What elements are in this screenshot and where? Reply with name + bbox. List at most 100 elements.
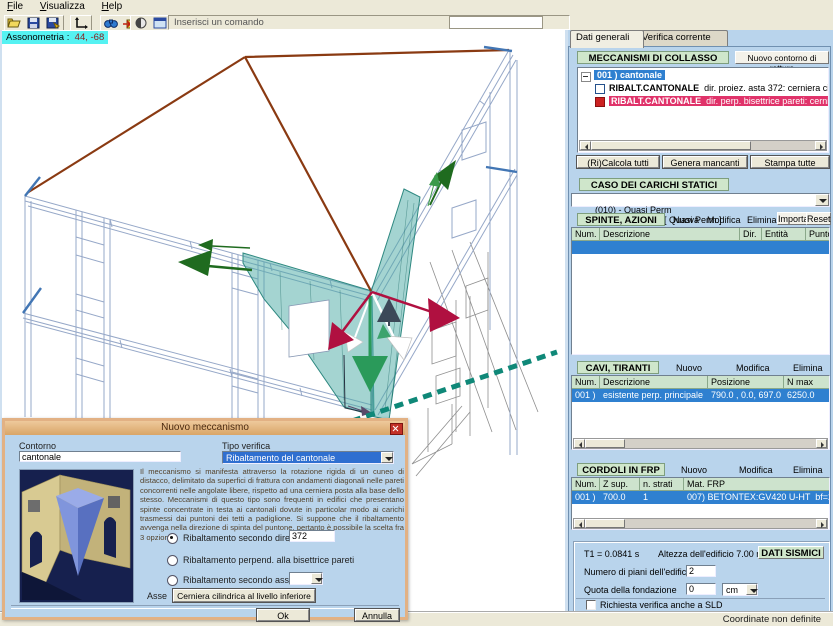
- tab-dati-generali[interactable]: Dati generali: [570, 30, 644, 48]
- tree-item-row[interactable]: RIBALT.CANTONALE dir. proiez. asta 372: …: [578, 83, 603, 96]
- tree-horizontal-scrollbar[interactable]: [579, 140, 827, 151]
- spinte-modifica-action[interactable]: Modifica: [707, 215, 741, 225]
- cordoli-cell-zsup: 700.0: [600, 491, 640, 504]
- dialog-close-icon[interactable]: [390, 423, 403, 435]
- open-folder-icon[interactable]: [7, 17, 23, 29]
- cavi-cell-descrizione: esistente perp. principale: [600, 389, 708, 402]
- tree-root-row[interactable]: 001 ) cantonale: [578, 70, 603, 83]
- save-icon[interactable]: [26, 17, 42, 29]
- mechanism-tree: 001 ) cantonale RIBALT.CANTONALE dir. pr…: [577, 67, 829, 153]
- spinte-col-punto: Punto: [806, 228, 830, 241]
- dialog-title[interactable]: Nuovo meccanismo: [5, 421, 405, 435]
- cordoli-col-num: Num.: [572, 478, 600, 491]
- foundation-unit-arrow[interactable]: [746, 584, 757, 595]
- render-sphere-icon[interactable]: [133, 17, 149, 29]
- view-mode-label: Assonometria : 44, -68: [2, 31, 108, 44]
- mechanism-checkbox-checked[interactable]: [595, 97, 605, 107]
- scroll-right-arrow[interactable]: [816, 439, 827, 448]
- file-toolbar-group: [4, 15, 64, 31]
- tipo-verifica-select[interactable]: Ribaltamento del cantonale: [222, 451, 394, 464]
- application-window: File Visualizza Help Inserisci un comand…: [0, 0, 833, 626]
- cavi-modifica-action[interactable]: Modifica: [736, 363, 770, 373]
- mechanism-name: RIBALT.CANTONALE: [609, 83, 699, 93]
- spinte-nuova-action[interactable]: Nuova: [673, 215, 699, 225]
- ok-button[interactable]: Ok: [257, 609, 309, 621]
- save-as-icon[interactable]: [45, 17, 61, 29]
- cavi-nuovo-action[interactable]: Nuovo: [676, 363, 702, 373]
- menu-file[interactable]: File: [0, 0, 30, 12]
- menu-help[interactable]: Help: [95, 0, 130, 12]
- mechanism-name: RIBALT.CANTONALE: [611, 96, 701, 106]
- cordoli-row-selected[interactable]: 001 ) 700.0 1 007) BETONTEX:GV420 U-HT b…: [572, 491, 829, 504]
- binoculars-icon[interactable]: [103, 17, 119, 29]
- spinte-elimina-action[interactable]: Elimina: [747, 215, 777, 225]
- mechanism-desc: dir. perp. bisettrice pareti: cernie: [701, 96, 829, 106]
- cavi-horizontal-scrollbar[interactable]: [573, 438, 828, 449]
- recalc-all-button[interactable]: (Ri)Calcola tutti: [577, 156, 659, 168]
- radio-bisettrice[interactable]: [167, 555, 178, 566]
- cordoli-cell-num: 001 ): [572, 491, 600, 504]
- cordoli-col-mat: Mat. FRP: [684, 478, 830, 491]
- cavi-elimina-action[interactable]: Elimina: [793, 363, 823, 373]
- cordoli-elimina-action[interactable]: Elimina: [793, 465, 823, 475]
- side-panel-content: MECCANISMI DI COLLASSO Nuovo contorno di…: [568, 46, 831, 612]
- scroll-right-arrow[interactable]: [816, 519, 827, 528]
- cavi-cell-nmax: 6250.0: [784, 389, 830, 402]
- cordoli-table: Num. Z sup. n. strati Mat. FRP 001 ) 700…: [571, 477, 830, 530]
- generate-missing-button[interactable]: Genera mancanti: [663, 156, 747, 168]
- mechanism-desc: dir. proiez. asta 372: cerniera cil: [699, 83, 829, 93]
- cavi-header: CAVI, TIRANTI: [577, 361, 659, 374]
- cavi-cell-posizione: 790.0 , 0.0, 697.0: [708, 389, 784, 402]
- window-view-icon[interactable]: [152, 17, 168, 29]
- cordoli-header: CORDOLI IN FRP: [577, 463, 665, 476]
- floors-input[interactable]: [686, 565, 716, 577]
- tree-expander-icon[interactable]: [581, 72, 591, 82]
- tab-verifica-corrente[interactable]: Verifica corrente: [636, 30, 728, 47]
- static-loads-header: CASO DEI CARICHI STATICI: [579, 178, 729, 191]
- contorno-field[interactable]: [19, 451, 181, 462]
- spinte-empty-selected-row[interactable]: [572, 241, 829, 254]
- render-toolbar-group: [130, 15, 171, 31]
- scroll-right-arrow[interactable]: [815, 141, 826, 150]
- spinte-col-entita: Entità: [762, 228, 806, 241]
- seismic-groupbox: T1 = 0.0841 s Altezza dell'edificio 7.00…: [573, 541, 830, 613]
- cordoli-modifica-action[interactable]: Modifica: [739, 465, 773, 475]
- menu-visualizza[interactable]: Visualizza: [33, 0, 92, 12]
- cordoli-nuovo-action[interactable]: Nuovo: [681, 465, 707, 475]
- print-all-button[interactable]: Stampa tutte: [751, 156, 829, 168]
- cavi-row-selected[interactable]: 001 ) esistente perp. principale 790.0 ,…: [572, 389, 829, 402]
- cordoli-col-zsup: Z sup.: [600, 478, 640, 491]
- spinte-reset-button[interactable]: Reset: [806, 212, 831, 225]
- radio-secondo-asse[interactable]: [167, 575, 178, 586]
- cordoli-cell-strati: 1: [640, 491, 684, 504]
- tree-root-label[interactable]: 001 ) cantonale: [594, 70, 665, 80]
- scroll-left-arrow[interactable]: [580, 141, 591, 150]
- static-load-select[interactable]: (010) - Quasi Perm [ Quasi Perm.]: [571, 193, 830, 207]
- spinte-col-num: Num.: [572, 228, 600, 241]
- dati-sismici-button[interactable]: DATI SISMICI: [758, 546, 824, 559]
- tipo-verifica-arrow[interactable]: [381, 452, 393, 463]
- tree-item-row-selected[interactable]: RIBALT.CANTONALE dir. perp. bisettrice p…: [578, 96, 603, 109]
- cavi-col-num: Num.: [572, 376, 600, 389]
- axes-toolbar-group: [70, 15, 92, 31]
- axes-icon[interactable]: [73, 17, 89, 29]
- cerniera-button[interactable]: Cerniera cilindrica al livello inferiore: [173, 589, 315, 602]
- annulla-button[interactable]: Annulla: [355, 609, 399, 621]
- asta-number-field[interactable]: [289, 530, 335, 542]
- mechanism-checkbox-unchecked[interactable]: [595, 84, 605, 94]
- sld-checkbox[interactable]: [586, 600, 596, 610]
- foundation-input[interactable]: [686, 583, 716, 595]
- cordoli-horizontal-scrollbar[interactable]: [573, 518, 828, 529]
- scroll-left-arrow[interactable]: [574, 519, 585, 528]
- asse-select-arrow[interactable]: [311, 573, 322, 584]
- static-load-dropdown-arrow[interactable]: [815, 194, 829, 206]
- scroll-left-arrow[interactable]: [574, 439, 585, 448]
- side-panel: Dati generali Verifica corrente MECCANIS…: [568, 30, 833, 614]
- mechanism-description: Il meccanismo si manifesta attraverso la…: [140, 467, 404, 529]
- tipo-verifica-label: Tipo verifica: [222, 441, 270, 451]
- new-fracture-contour-button[interactable]: Nuovo contorno di rottura: [735, 51, 829, 64]
- radio-direzione-asta[interactable]: [167, 533, 178, 544]
- command-input[interactable]: [449, 16, 543, 29]
- status-coordinates: Coordinate non definite: [723, 614, 821, 625]
- spinte-importa-button[interactable]: Importa: [777, 212, 809, 225]
